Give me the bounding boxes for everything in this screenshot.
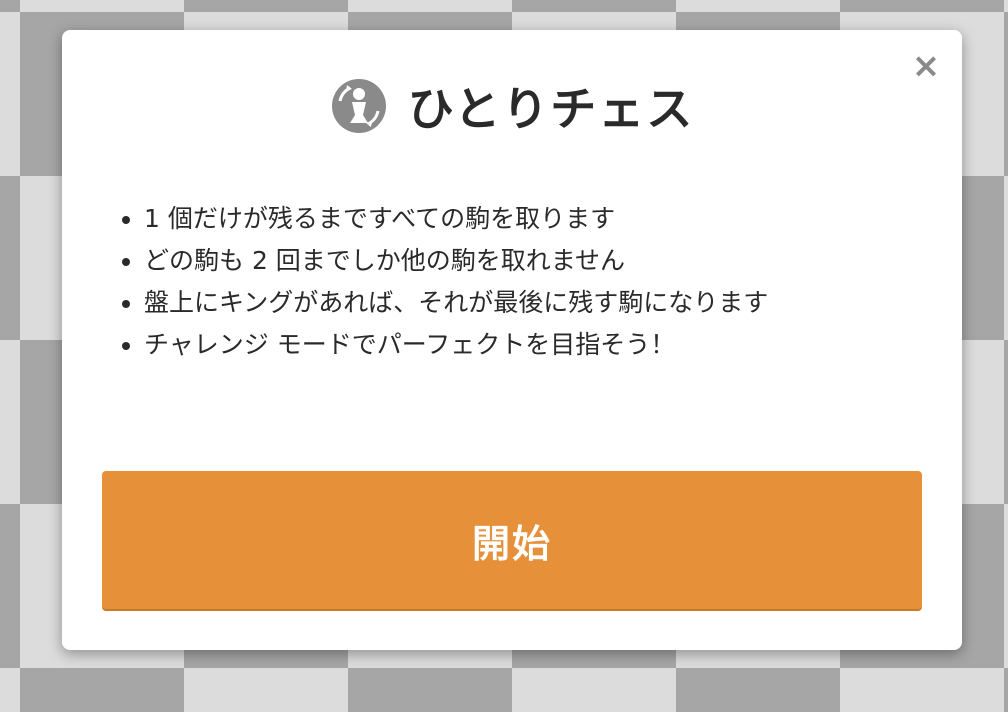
rule-item: 盤上にキングがあれば、それが最後に残す駒になります <box>144 282 924 324</box>
start-button[interactable]: 開始 <box>102 471 922 611</box>
rule-item: チャレンジ モードでパーフェクトを目指そう！ <box>144 324 924 366</box>
rules-list: 1 個だけが残るまですべての駒を取ります どの駒も 2 回までしか他の駒を取れま… <box>110 198 924 366</box>
solo-chess-piece-icon <box>331 79 386 133</box>
rule-item: どの駒も 2 回までしか他の駒を取れません <box>144 240 924 282</box>
dialog-header: ひとりチェス <box>62 74 962 138</box>
rule-item: 1 個だけが残るまですべての駒を取ります <box>144 198 924 240</box>
dialog-title: ひとりチェス <box>407 82 695 136</box>
solo-chess-dialog: × ひとりチェス 1 個だけが残るまですべての駒を取ります どの駒も 2 回まで… <box>62 30 962 650</box>
